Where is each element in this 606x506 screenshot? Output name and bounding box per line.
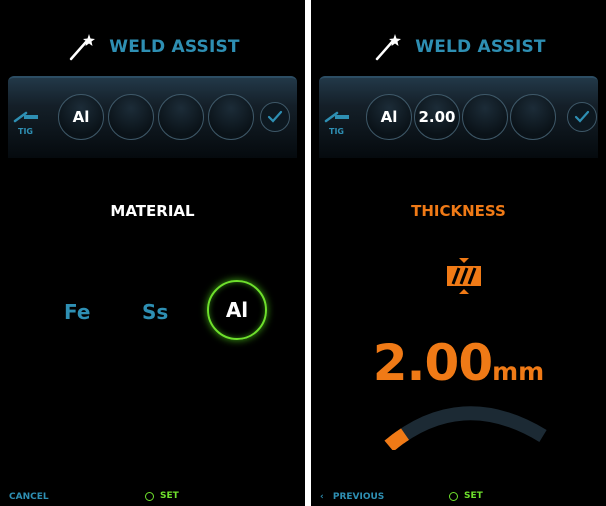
process-label: TIG [329,127,344,136]
step-slot-2[interactable] [108,94,154,140]
thickness-unit: mm [492,357,545,386]
cancel-button[interactable]: CANCEL [9,492,49,502]
thickness-icon [447,258,481,294]
tig-torch-icon [324,111,349,123]
confirm-button[interactable] [260,102,290,132]
set-ring-icon [145,491,154,501]
step-slot-4[interactable] [208,94,254,140]
step-slot-3[interactable] [158,94,204,140]
step-heading: THICKNESS [411,202,506,220]
set-ring-icon [449,491,458,501]
step-slot-3[interactable] [462,94,508,140]
material-option-ss[interactable]: Ss [142,300,168,324]
app-title: WELD ASSIST [109,37,240,57]
process-indicator: TIG [323,107,359,147]
step-slot-4[interactable] [510,94,556,140]
thickness-screen: WELD ASSIST TIG Al 2.00 THICKNESS 2.00mm… [311,0,606,506]
header: WELD ASSIST [0,32,305,62]
thickness-dial[interactable] [381,400,551,450]
checkmark-icon [574,110,590,123]
thickness-value-display: 2.00mm [311,334,606,392]
step-slot-thickness[interactable]: 2.00 [414,94,460,140]
previous-label: PREVIOUS [332,492,385,502]
tig-torch-icon [13,111,38,123]
dial-fill [384,428,409,450]
checkmark-icon [267,110,283,123]
previous-button[interactable]: ‹ PREVIOUS [320,492,384,502]
process-indicator: TIG [12,107,48,147]
magic-wand-icon [70,34,96,61]
step-bar: TIG Al 2.00 [319,76,598,158]
app-title: WELD ASSIST [415,37,546,57]
chevron-left-icon: ‹ [320,492,324,502]
step-heading: MATERIAL [110,202,195,220]
dial-track [384,406,547,450]
header: WELD ASSIST [311,32,606,62]
material-screen: WELD ASSIST TIG Al MATERIAL Fe Ss Al CAN… [0,0,305,506]
set-label: SET [464,491,483,501]
material-option-fe[interactable]: Fe [64,300,90,324]
material-option-al-selected[interactable]: Al [207,280,267,340]
thickness-value: 2.00 [372,334,493,392]
set-button[interactable]: SET [449,491,483,501]
confirm-button[interactable] [567,102,597,132]
magic-wand-icon [376,34,402,61]
set-label: SET [160,491,179,501]
step-bar: TIG Al [8,76,297,158]
step-slot-material[interactable]: Al [58,94,104,140]
set-button[interactable]: SET [145,491,179,501]
step-slot-material[interactable]: Al [366,94,412,140]
process-label: TIG [18,127,33,136]
